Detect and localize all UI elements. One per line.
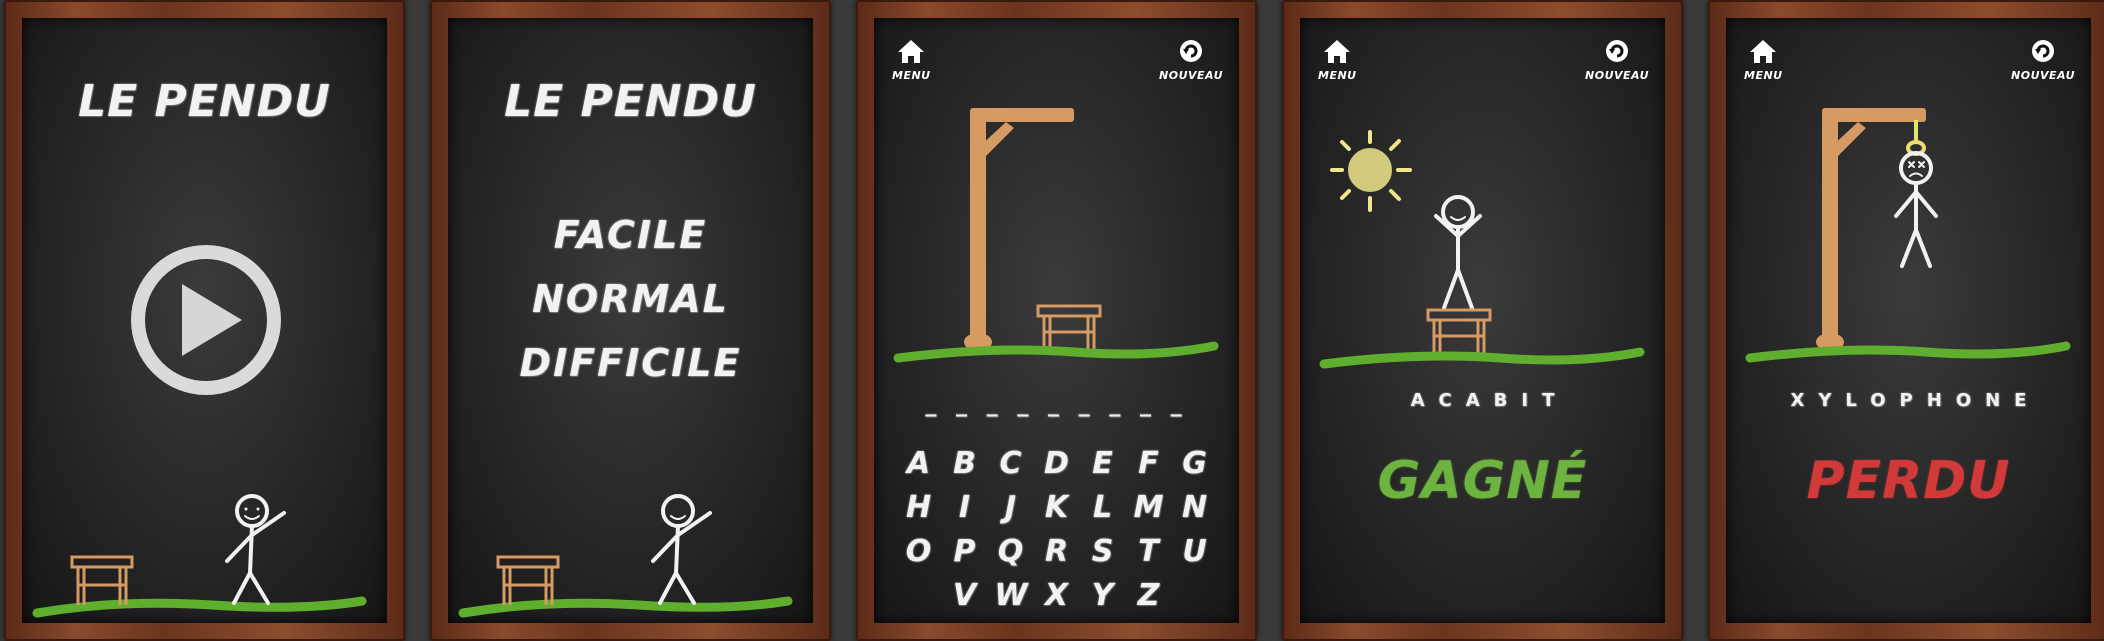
revealed-word: XYLOPHONE — [1790, 390, 2041, 411]
grass — [458, 596, 793, 618]
rope-icon — [1906, 120, 1926, 156]
key-z[interactable]: Z — [1133, 574, 1165, 618]
key-o[interactable]: O — [903, 530, 935, 574]
menu-button[interactable]: MENU — [1318, 38, 1357, 82]
key-n[interactable]: N — [1179, 486, 1211, 530]
key-e[interactable]: E — [1087, 442, 1119, 486]
result-text: GAGNÉ — [1377, 451, 1588, 511]
key-a[interactable]: A — [903, 442, 935, 486]
key-r[interactable]: R — [1041, 530, 1073, 574]
key-h[interactable]: H — [903, 486, 935, 530]
game-title: LE PENDU — [78, 76, 331, 127]
sun-icon — [1330, 130, 1412, 212]
difficulty-menu: FACILE NORMAL DIFFICILE — [448, 203, 813, 395]
key-k[interactable]: K — [1041, 486, 1073, 530]
hanged-scene — [1745, 108, 2071, 363]
key-s[interactable]: S — [1087, 530, 1119, 574]
key-q[interactable]: Q — [995, 530, 1027, 574]
chalkboard: LE PENDU FACILE NORMAL DIFFICILE — [448, 18, 813, 623]
hanged-stickman-icon — [1894, 151, 1938, 268]
new-game-button[interactable]: NOUVEAU — [1159, 38, 1223, 82]
win-screen: MENU NOUVEAU ACABIT GAGNÉ — [1282, 0, 1683, 641]
grass — [893, 341, 1219, 363]
game-screen: MENU NOUVEAU _ _ _ _ _ _ _ _ _ A B C D E… — [856, 0, 1257, 641]
keyboard-row: O P Q R S T U — [894, 530, 1219, 574]
key-f[interactable]: F — [1133, 442, 1165, 486]
home-icon — [1750, 40, 1777, 63]
grass — [1745, 341, 2071, 363]
key-d[interactable]: D — [1041, 442, 1073, 486]
key-w[interactable]: W — [995, 574, 1028, 618]
key-p[interactable]: P — [949, 530, 981, 574]
win-scene — [1319, 130, 1645, 369]
new-label: NOUVEAU — [1159, 69, 1223, 82]
scene-start — [458, 494, 793, 618]
grass — [32, 596, 367, 618]
key-i[interactable]: I — [949, 486, 981, 530]
stickman-icon — [1434, 195, 1482, 310]
menu-item-facile[interactable]: FACILE — [448, 203, 813, 267]
grass — [1319, 347, 1645, 369]
key-y[interactable]: Y — [1087, 574, 1119, 618]
new-label: NOUVEAU — [1585, 69, 1649, 82]
refresh-icon — [1180, 40, 1203, 62]
gallows-scene — [893, 108, 1219, 363]
chalkboard: MENU NOUVEAU _ _ _ _ _ _ _ _ _ A B C D E… — [874, 18, 1239, 623]
key-j[interactable]: J — [995, 486, 1027, 530]
refresh-icon — [1606, 40, 1629, 62]
menu-label: MENU — [1318, 69, 1357, 82]
menu-item-normal[interactable]: NORMAL — [448, 267, 813, 331]
word-blanks: _ _ _ _ _ _ _ _ _ — [925, 392, 1188, 417]
chalkboard: MENU NOUVEAU — [1300, 18, 1665, 623]
lose-screen: MENU NOUVEAU XYLOPHONE PERDU — [1708, 0, 2104, 641]
new-label: NOUVEAU — [2011, 69, 2075, 82]
table-icon — [70, 555, 134, 605]
refresh-icon — [2032, 40, 2055, 62]
result-text: PERDU — [1806, 451, 2011, 511]
home-icon — [898, 40, 925, 63]
difficulty-screen: LE PENDU FACILE NORMAL DIFFICILE — [430, 0, 831, 641]
key-m[interactable]: M — [1133, 486, 1165, 530]
game-title: LE PENDU — [504, 76, 757, 127]
letter-keyboard: A B C D E F G H I J K L M N O P Q R S T … — [894, 442, 1219, 618]
start-screen: LE PENDU — [4, 0, 405, 641]
table-icon — [496, 555, 560, 605]
play-icon[interactable] — [126, 240, 286, 400]
key-b[interactable]: B — [949, 442, 981, 486]
home-icon — [1324, 40, 1351, 63]
menu-button[interactable]: MENU — [892, 38, 931, 82]
key-g[interactable]: G — [1179, 442, 1211, 486]
key-t[interactable]: T — [1133, 530, 1165, 574]
stickman-icon — [651, 494, 712, 605]
key-u[interactable]: U — [1179, 530, 1211, 574]
menu-label: MENU — [892, 69, 931, 82]
menu-button[interactable]: MENU — [1744, 38, 1783, 82]
chalkboard: LE PENDU — [22, 18, 387, 623]
chalkboard: MENU NOUVEAU — [1726, 18, 2091, 623]
menu-label: MENU — [1744, 69, 1783, 82]
table-icon — [1426, 308, 1492, 358]
revealed-word: ACABIT — [1410, 390, 1569, 411]
new-game-button[interactable]: NOUVEAU — [1585, 38, 1649, 82]
stickman-icon — [225, 494, 286, 605]
key-v[interactable]: V — [949, 574, 981, 618]
keyboard-row: A B C D E F G — [894, 442, 1219, 486]
new-game-button[interactable]: NOUVEAU — [2011, 38, 2075, 82]
keyboard-row: H I J K L M N — [894, 486, 1219, 530]
key-x[interactable]: X — [1041, 574, 1073, 618]
menu-item-difficile[interactable]: DIFFICILE — [448, 331, 813, 395]
key-l[interactable]: L — [1087, 486, 1119, 530]
key-c[interactable]: C — [995, 442, 1027, 486]
scene-start — [32, 494, 367, 618]
keyboard-row: V W X Y Z — [894, 574, 1219, 618]
